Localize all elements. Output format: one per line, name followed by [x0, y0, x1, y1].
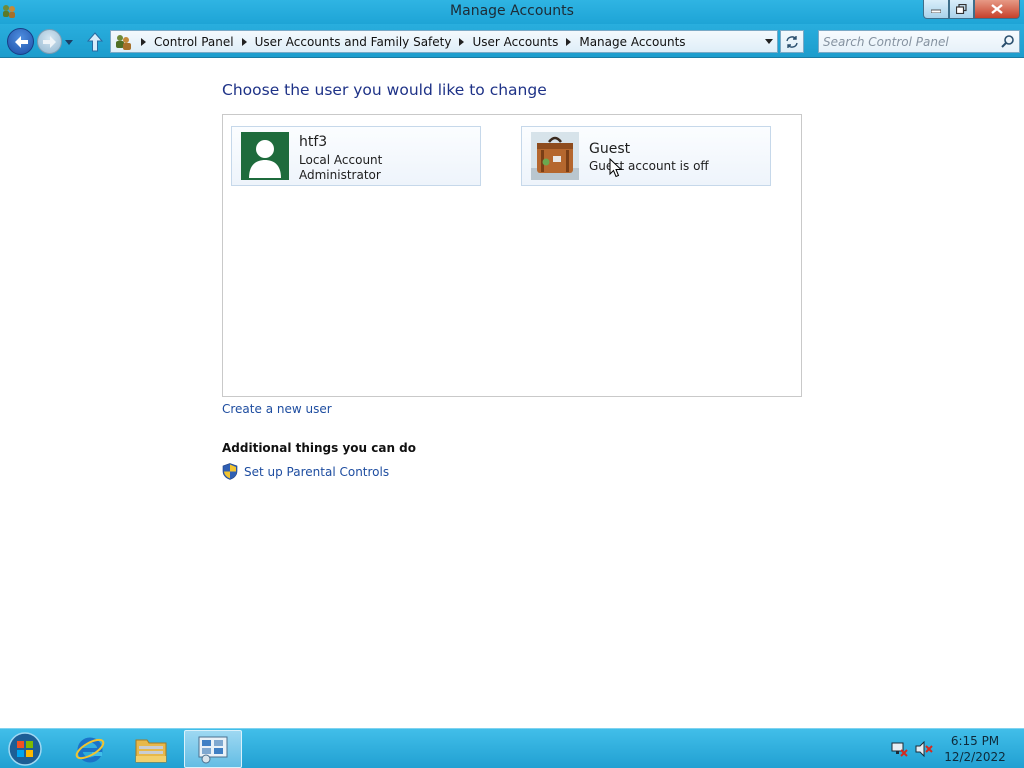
- internet-explorer-icon: [75, 737, 105, 763]
- create-new-user-link[interactable]: Create a new user: [222, 402, 332, 416]
- windows-orb-icon: [8, 732, 42, 766]
- account-status: Guest account is off: [589, 159, 709, 173]
- breadcrumb-user-accounts[interactable]: User Accounts: [472, 35, 558, 49]
- recent-pages-dropdown-icon[interactable]: [64, 37, 74, 47]
- account-name: htf3: [299, 134, 328, 150]
- control-panel-icon: [198, 736, 228, 764]
- minimize-button[interactable]: [923, 0, 949, 19]
- address-bar[interactable]: Control Panel User Accounts and Family S…: [110, 30, 778, 53]
- briefcase-icon: [531, 132, 579, 180]
- search-input[interactable]: [823, 32, 993, 51]
- title-bar[interactable]: Manage Accounts: [0, 0, 1024, 24]
- breadcrumb-manage-accounts[interactable]: Manage Accounts: [579, 35, 685, 49]
- close-icon: [991, 4, 1003, 14]
- breadcrumb-user-accounts-family-safety[interactable]: User Accounts and Family Safety: [255, 35, 452, 49]
- breadcrumb-arrow-icon[interactable]: [241, 37, 247, 46]
- account-name: Guest: [589, 141, 631, 157]
- control-panel-icon: [116, 35, 131, 50]
- taskbar-file-explorer[interactable]: [122, 730, 180, 768]
- accounts-list: htf3 Local Account Administrator Guest G…: [222, 114, 802, 397]
- restore-button[interactable]: [949, 0, 974, 19]
- account-role: Administrator: [299, 168, 381, 182]
- breadcrumb-arrow-icon[interactable]: [141, 37, 146, 46]
- navigation-bar: Control Panel User Accounts and Family S…: [0, 24, 1024, 58]
- page-title: Choose the user you would like to change: [222, 81, 547, 99]
- refresh-icon: [786, 35, 798, 48]
- search-icon[interactable]: [1000, 34, 1016, 50]
- back-arrow-icon: [15, 36, 28, 48]
- window-title: Manage Accounts: [450, 3, 574, 19]
- account-tile-htf3[interactable]: htf3 Local Account Administrator: [231, 126, 481, 186]
- clock-date: 12/2/2022: [944, 750, 1006, 764]
- close-button[interactable]: [974, 0, 1020, 19]
- up-level-icon[interactable]: [87, 32, 103, 52]
- breadcrumb-arrow-icon[interactable]: [566, 37, 572, 46]
- uac-shield-icon: [222, 463, 238, 480]
- start-button[interactable]: [4, 730, 46, 768]
- additional-things-heading: Additional things you can do: [222, 441, 417, 455]
- refresh-button[interactable]: [780, 30, 804, 53]
- minimize-icon: [931, 9, 941, 13]
- forward-arrow-icon: [43, 36, 56, 48]
- volume-muted-icon[interactable]: [915, 741, 933, 757]
- user-silhouette-icon: [241, 132, 289, 180]
- back-button[interactable]: [7, 28, 34, 55]
- breadcrumb-control-panel[interactable]: Control Panel: [154, 35, 234, 49]
- restore-icon: [956, 4, 967, 14]
- forward-button[interactable]: [37, 29, 62, 54]
- taskbar: 6:15 PM 12/2/2022: [0, 728, 1024, 768]
- breadcrumb: Control Panel User Accounts and Family S…: [137, 31, 686, 52]
- clock-time: 6:15 PM: [950, 734, 1000, 748]
- taskbar-control-panel[interactable]: [184, 730, 242, 768]
- account-tile-guest[interactable]: Guest Guest account is off: [521, 126, 771, 186]
- search-box[interactable]: [818, 30, 1020, 53]
- folder-icon: [135, 739, 167, 763]
- parental-controls-link[interactable]: Set up Parental Controls: [244, 465, 389, 479]
- chevron-down-icon[interactable]: [765, 39, 773, 44]
- mouse-cursor-icon: [609, 158, 623, 178]
- taskbar-clock[interactable]: 6:15 PM 12/2/2022: [940, 733, 1010, 765]
- breadcrumb-arrow-icon[interactable]: [459, 37, 465, 46]
- account-type: Local Account: [299, 153, 383, 167]
- taskbar-internet-explorer[interactable]: [61, 730, 119, 768]
- network-status-icon[interactable]: [890, 741, 908, 757]
